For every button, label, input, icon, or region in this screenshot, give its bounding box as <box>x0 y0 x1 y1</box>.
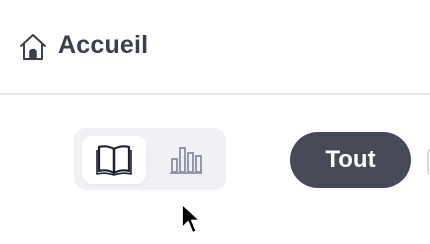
home-icon <box>20 34 46 60</box>
mouse-pointer-icon <box>181 203 201 234</box>
book-view-button[interactable] <box>82 136 146 184</box>
stats-view-button[interactable] <box>154 136 218 184</box>
view-toggle <box>74 128 226 190</box>
book-icon <box>96 145 132 176</box>
page-title: Accueil <box>58 31 149 59</box>
bar-chart-icon <box>170 147 202 174</box>
top-header: Accueil <box>0 0 430 95</box>
filter-pill-all[interactable]: Tout <box>290 132 411 188</box>
